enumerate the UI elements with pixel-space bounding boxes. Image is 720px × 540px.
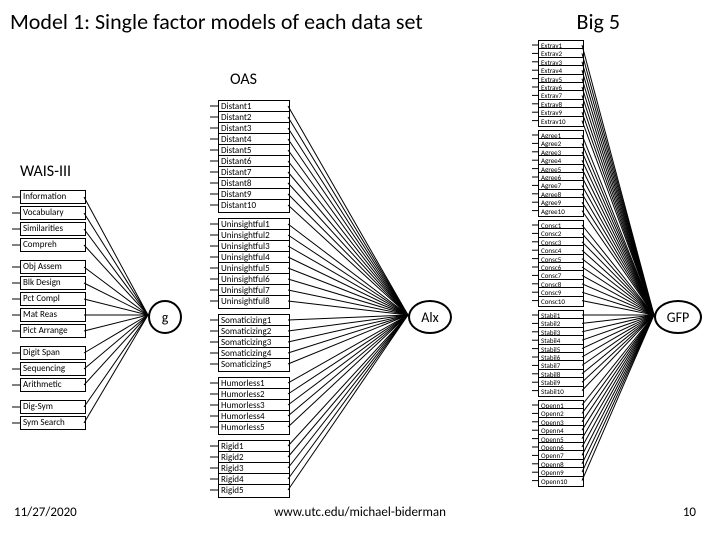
wais-item: Pct Compl <box>20 292 86 306</box>
wais-item: Mat Reas <box>20 308 86 322</box>
oas-item: Rigid5 <box>218 484 290 498</box>
oas-item: Uninsightful8 <box>218 295 290 309</box>
latent-g: g <box>148 300 182 334</box>
big5-item: Consc10 <box>538 296 584 307</box>
wais-item: Dig-Sym <box>20 400 86 414</box>
oas-item: Humorless5 <box>218 421 290 435</box>
page-title: Model 1: Single factor models of each da… <box>10 8 423 35</box>
big5-item: Extrav10 <box>538 116 584 127</box>
title-right: Big 5 <box>577 8 621 35</box>
latent-alx: Alx <box>408 300 452 334</box>
footer-url: www.utc.edu/michael-biderman <box>0 505 720 520</box>
wais-item: Information <box>20 190 86 204</box>
big5-item: Openn10 <box>538 476 584 487</box>
wais-item: Sequencing <box>20 362 86 376</box>
footer-page: 10 <box>683 505 696 520</box>
wais-item: Arithmetic <box>20 378 86 392</box>
wais-item: Pict Arrange <box>20 324 86 338</box>
wais-item: Sym Search <box>20 416 86 430</box>
wais-item: Obj Assem <box>20 260 86 274</box>
wais-item: Compreh <box>20 238 86 252</box>
label-wais: WAIS-III <box>20 162 71 181</box>
wais-item: Blk Design <box>20 276 86 290</box>
big5-item: Agree10 <box>538 206 584 217</box>
wais-item: Vocabulary <box>20 206 86 220</box>
wais-item: Digit Span <box>20 346 86 360</box>
label-oas: OAS <box>230 70 257 89</box>
big5-item: Stabil10 <box>538 386 584 397</box>
wais-item: Similarities <box>20 222 86 236</box>
oas-item: Somaticizing5 <box>218 358 290 372</box>
latent-gfp: GFP <box>654 300 702 334</box>
oas-item: Distant10 <box>218 199 290 213</box>
